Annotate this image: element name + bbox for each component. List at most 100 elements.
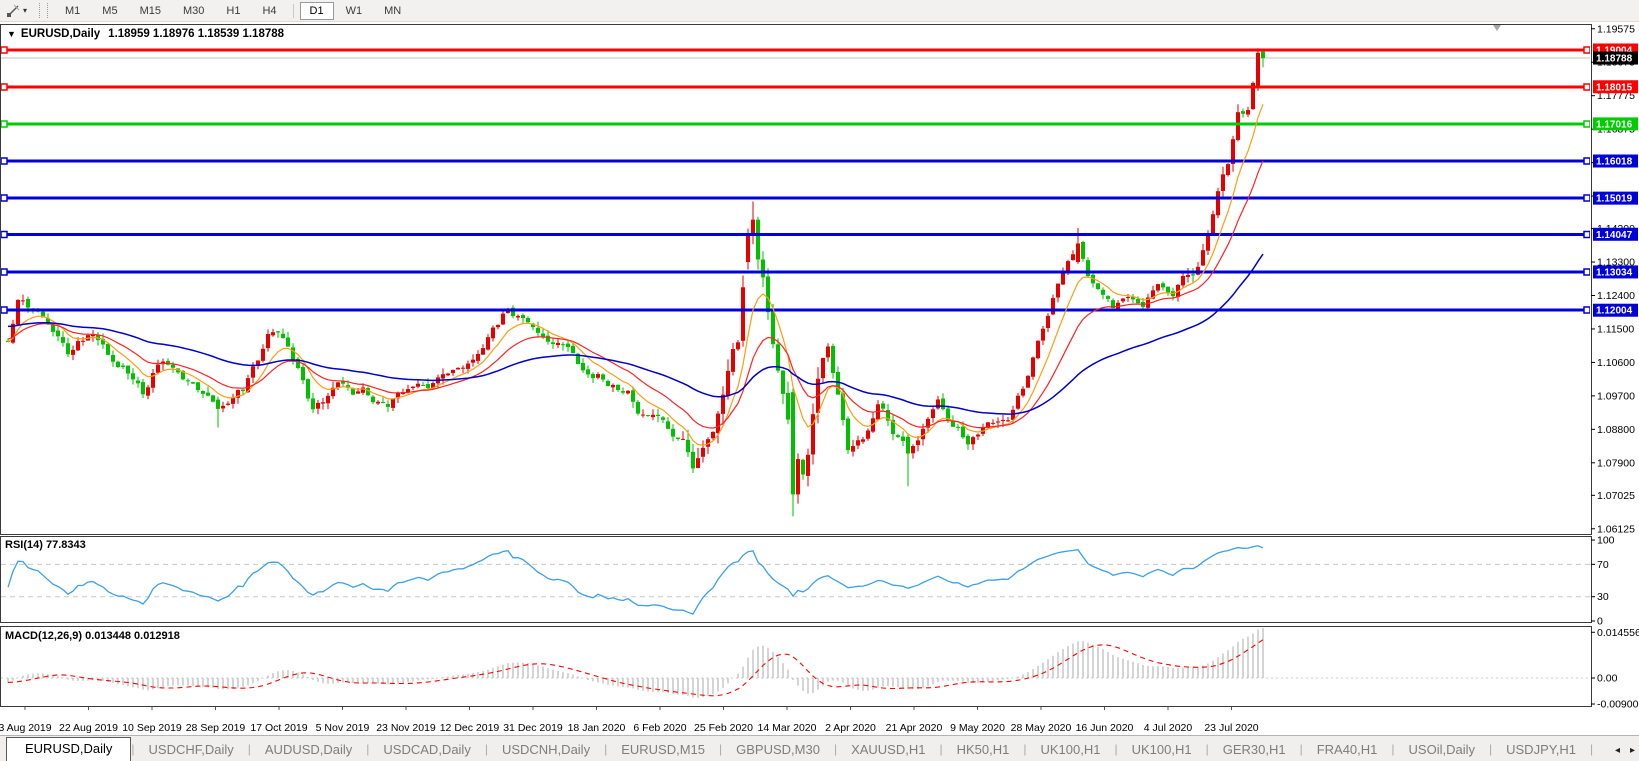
chart-tab-eurusd-daily[interactable]: EURUSD,Daily	[6, 737, 131, 761]
chart-tab-usdcnh-daily[interactable]: USDCNH,Daily	[488, 739, 604, 761]
candle-body	[821, 358, 825, 378]
candle-body	[766, 277, 770, 313]
candle-body	[1071, 254, 1075, 260]
panel-frame	[1, 537, 1592, 623]
candle-body	[1121, 299, 1125, 302]
candle-body	[831, 346, 835, 373]
line-anchor-handle[interactable]	[1, 121, 7, 127]
candle-body	[1181, 276, 1185, 285]
candle-body	[736, 342, 740, 349]
candle-body	[1221, 174, 1225, 191]
candle-body	[456, 368, 460, 370]
candle-body	[836, 372, 840, 395]
candle-body	[316, 403, 320, 409]
line-anchor-handle[interactable]	[1584, 47, 1590, 53]
chart-tab-usoil-daily[interactable]: USOil,Daily	[1395, 739, 1489, 761]
line-anchor-handle[interactable]	[1, 158, 7, 164]
chart-tab-dj30-m15[interactable]: DJ30,M15	[1593, 739, 1594, 761]
macd-axis-label: -0.009001	[1597, 699, 1639, 711]
candle-body	[476, 354, 480, 361]
chart-tab-usdcad-daily[interactable]: USDCAD,Daily	[369, 739, 484, 761]
chart-tab-fra40-h1[interactable]: FRA40,H1	[1303, 739, 1392, 761]
macd-axis-label: 0.00	[1597, 673, 1618, 685]
date-axis-label: 23 Nov 2019	[376, 722, 436, 734]
candle-body	[1166, 287, 1170, 293]
chart-tab-hk50-h1[interactable]: HK50,H1	[943, 739, 1024, 761]
candle-body	[51, 325, 55, 332]
macd-signal-line	[8, 640, 1263, 696]
chart-tab-xauusd-h1[interactable]: XAUUSD,H1	[837, 739, 939, 761]
candle-body	[496, 325, 500, 327]
line-anchor-handle[interactable]	[1584, 84, 1590, 90]
chart-tab-usdjpy-h1[interactable]: USDJPY,H1	[1492, 739, 1590, 761]
line-anchor-handle[interactable]	[1, 307, 7, 313]
candle-body	[1101, 290, 1105, 295]
candle-body	[271, 332, 275, 335]
price-chart-canvas[interactable]: 1.195751.186751.177751.168751.159751.150…	[0, 0, 1639, 735]
candle-body	[1211, 214, 1215, 236]
price-level-tag-text: 1.18015	[1596, 82, 1633, 93]
candle-body	[121, 366, 125, 367]
collapse-icon[interactable]: ▼	[7, 29, 16, 39]
candle-body	[301, 367, 305, 380]
candle-body	[146, 387, 150, 395]
candle-body	[696, 458, 700, 468]
candle-body	[286, 338, 290, 347]
chart-tab-usdchf-daily[interactable]: USDCHF,Daily	[135, 739, 248, 761]
candle-body	[156, 365, 160, 373]
price-axis-label: 1.07900	[1597, 457, 1635, 469]
line-anchor-handle[interactable]	[1584, 158, 1590, 164]
candle-body	[426, 384, 430, 388]
panel-frame	[1, 25, 1592, 535]
date-axis-label: 31 Dec 2019	[503, 722, 563, 734]
candle-body	[231, 398, 235, 404]
line-anchor-handle[interactable]	[1, 232, 7, 238]
candle-body	[556, 343, 560, 345]
candle-body	[566, 344, 570, 347]
candle-body	[581, 363, 585, 370]
candle-body	[306, 379, 310, 398]
rsi-line	[8, 546, 1263, 614]
candle-body	[251, 366, 255, 377]
chart-tab-audusd-daily[interactable]: AUDUSD,Daily	[251, 739, 366, 761]
chart-tab-uk100-h1[interactable]: UK100,H1	[1118, 739, 1206, 761]
line-anchor-handle[interactable]	[1, 269, 7, 275]
chart-tab-eurusd-m15[interactable]: EURUSD,M15	[607, 739, 719, 761]
candle-body	[991, 423, 995, 424]
moving-average-line-8[interactable]	[8, 104, 1263, 445]
candle-body	[516, 316, 520, 318]
candle-body	[371, 397, 375, 403]
candle-body	[636, 402, 640, 414]
line-anchor-handle[interactable]	[1584, 121, 1590, 127]
line-anchor-handle[interactable]	[1584, 195, 1590, 201]
candle-body	[651, 415, 655, 417]
tabs-scroll-right-button[interactable]: ▸	[1630, 745, 1635, 757]
candle-body	[731, 349, 735, 372]
chart-tab-uk100-h1[interactable]: UK100,H1	[1026, 739, 1114, 761]
candle-body	[56, 331, 60, 337]
date-axis-label: 4 Jul 2020	[1144, 722, 1193, 734]
chart-tab-ger30-h1[interactable]: GER30,H1	[1209, 739, 1300, 761]
date-axis-label: 3 Aug 2019	[0, 722, 52, 734]
line-anchor-handle[interactable]	[1584, 307, 1590, 313]
line-anchor-handle[interactable]	[1, 84, 7, 90]
candle-body	[911, 446, 915, 453]
line-anchor-handle[interactable]	[1, 47, 7, 53]
date-axis-label: 25 Feb 2020	[694, 722, 753, 734]
line-anchor-handle[interactable]	[1, 195, 7, 201]
price-axis-label: 1.11500	[1597, 323, 1634, 335]
candle-body	[896, 435, 900, 437]
line-anchor-handle[interactable]	[1584, 232, 1590, 238]
price-axis-label: 1.10600	[1597, 357, 1635, 369]
chart-tab-gbpusd-m30[interactable]: GBPUSD,M30	[722, 739, 834, 761]
line-anchor-handle[interactable]	[1584, 269, 1590, 275]
date-axis-label: 14 Mar 2020	[758, 722, 817, 734]
tabs-scroll-left-button[interactable]: ◂	[1615, 745, 1620, 757]
price-axis-label: 1.08800	[1597, 424, 1635, 436]
rsi-axis-label: 30	[1597, 591, 1609, 603]
price-axis-label: 1.12400	[1597, 290, 1635, 302]
chart-symbol-period: EURUSD,Daily	[21, 28, 100, 40]
tab-scroll-arrows: ◂ ▸	[1609, 745, 1635, 757]
chart-title: ▼EURUSD,Daily1.18959 1.18976 1.18539 1.1…	[7, 28, 284, 40]
candle-body	[1261, 52, 1265, 58]
